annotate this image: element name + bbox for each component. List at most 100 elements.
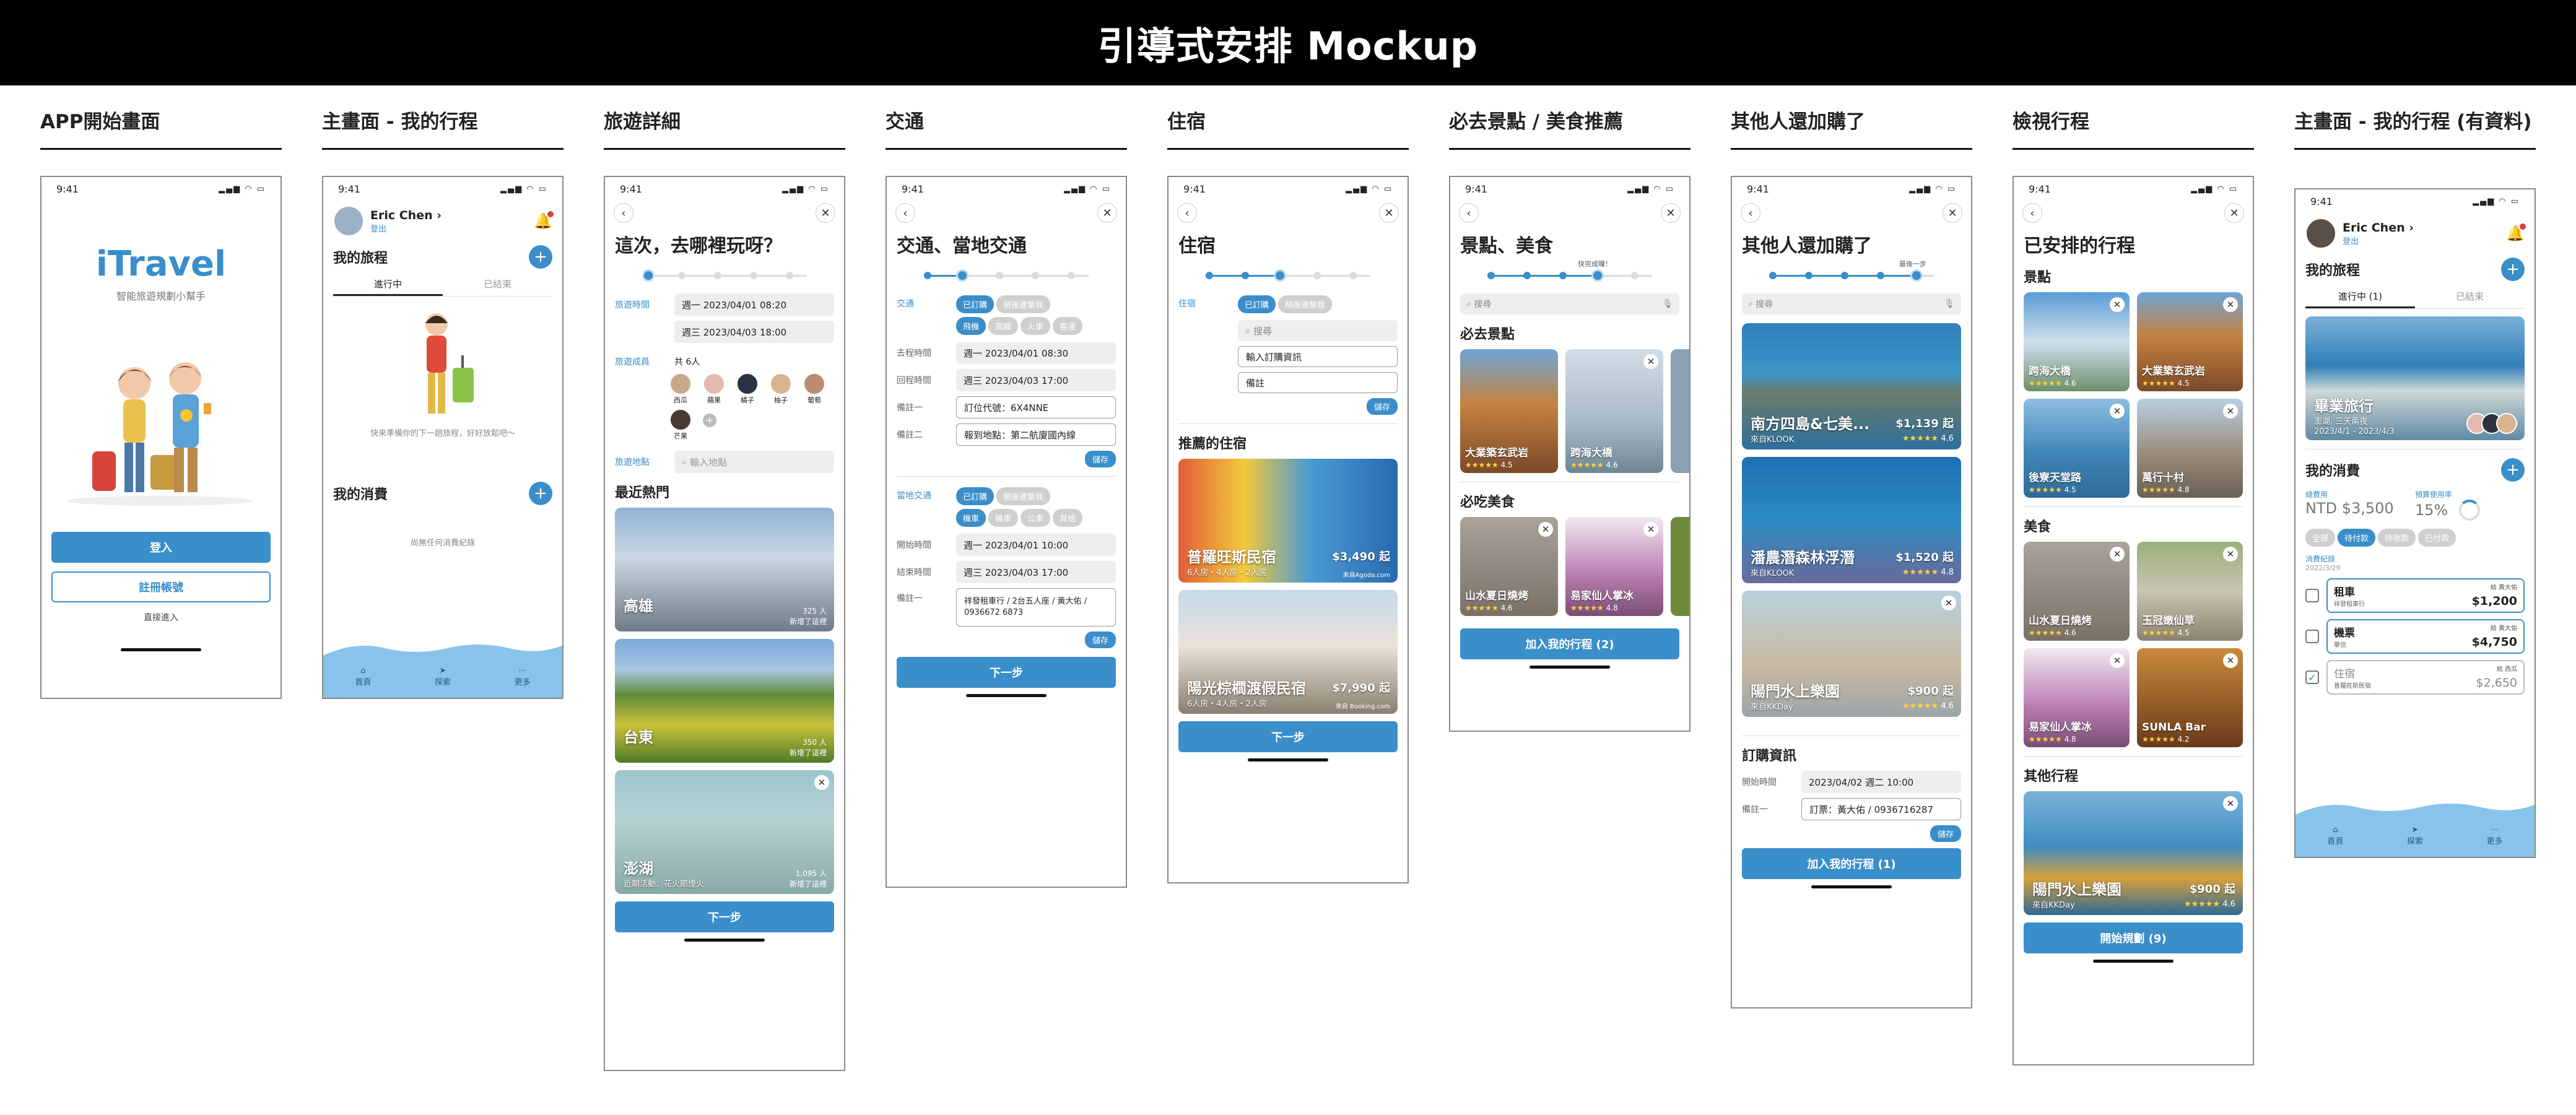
- close-icon[interactable]: ✕: [1643, 522, 1658, 537]
- end-date-field[interactable]: 週三 2023/04/03 18:00: [674, 321, 834, 343]
- chip-mode[interactable]: 客運: [1053, 317, 1083, 335]
- chip-mode[interactable]: 機車: [988, 509, 1019, 527]
- back-icon[interactable]: ‹: [1741, 203, 1760, 223]
- close-icon[interactable]: ✕: [2224, 203, 2244, 223]
- chip-mode[interactable]: 機車: [956, 509, 986, 527]
- member-avatar[interactable]: 西瓜: [669, 373, 692, 405]
- chip-later[interactable]: 稍後連繫我: [1278, 295, 1333, 313]
- chip-mode[interactable]: 飛機: [956, 317, 986, 335]
- food-tile[interactable]: ✕ 易家仙人掌冰 ★★★★★ 4.8: [2024, 648, 2130, 747]
- save-button[interactable]: 儲存: [1930, 825, 1961, 842]
- chip-mode[interactable]: 火車: [1020, 317, 1051, 335]
- spot-tile[interactable]: ✕ 大業築玄武岩 ★★★★★ 4.5: [2137, 292, 2243, 391]
- member-avatar[interactable]: 蘋果: [703, 373, 725, 405]
- note1-field[interactable]: 訂位代號：6X4NNE: [956, 396, 1116, 419]
- chip-booked[interactable]: 已訂購: [956, 487, 994, 505]
- logout-link[interactable]: 登出: [370, 222, 534, 234]
- close-icon[interactable]: ✕: [2110, 653, 2125, 668]
- user-name[interactable]: Eric Chen ›: [370, 209, 534, 222]
- tab-home[interactable]: ⌂ 首頁: [355, 666, 371, 687]
- next-button[interactable]: 下一步: [615, 901, 834, 932]
- login-button[interactable]: 登入: [51, 532, 271, 563]
- close-icon[interactable]: ✕: [1643, 354, 1658, 369]
- add-member-button[interactable]: +: [703, 414, 716, 427]
- member-avatar[interactable]: 橘子: [736, 373, 759, 405]
- spot-tile[interactable]: ✕ 跨海大橋 ★★★★★ 4.6: [2024, 292, 2130, 391]
- close-icon[interactable]: ✕: [1943, 203, 1962, 223]
- depart-field[interactable]: 週一 2023/04/01 08:30: [956, 342, 1116, 364]
- chip-mode[interactable]: 其他: [1053, 509, 1083, 527]
- expense-item[interactable]: 住宿 普羅旺斯民宿給 西瓜 $2,650: [2326, 660, 2525, 695]
- close-icon[interactable]: ✕: [2223, 297, 2238, 312]
- close-icon[interactable]: ✕: [1538, 522, 1553, 537]
- add-to-trip-button[interactable]: 加入我的行程 (1): [1742, 848, 1961, 879]
- food-tile[interactable]: ✕ 玉冠嫩仙草 ★★★★★ 4.5: [2137, 542, 2243, 641]
- start-plan-button[interactable]: 開始規劃 (9): [2024, 922, 2243, 953]
- hot-card[interactable]: ✕ 澎湖 近期活動：花火節煙火 1,095 人新增了這裡: [615, 770, 834, 894]
- return-field[interactable]: 週三 2023/04/03 17:00: [956, 369, 1116, 391]
- close-icon[interactable]: ✕: [2223, 547, 2238, 562]
- end-field[interactable]: 週三 2023/04/03 17:00: [956, 561, 1116, 583]
- tab-more[interactable]: ⋯ 更多: [515, 666, 531, 687]
- save-button[interactable]: 儲存: [1084, 631, 1116, 648]
- search-input[interactable]: ⌕ 搜尋 🎙: [1742, 293, 1961, 315]
- tab-home[interactable]: ⌂ 首頁: [2327, 825, 2343, 846]
- note2-field[interactable]: 報到地點：第二航廈國內線: [956, 423, 1116, 446]
- save-button[interactable]: 儲存: [1366, 398, 1398, 415]
- stay-search-input[interactable]: ⌕ 搜尋: [1238, 320, 1398, 341]
- expense-checkbox[interactable]: [2305, 630, 2319, 643]
- spot-tile[interactable]: 大業築玄武岩 ★★★★★ 4.5: [1460, 349, 1558, 473]
- food-tile[interactable]: ✕ 山水夏日燒烤 ★★★★★ 4.6: [1460, 517, 1558, 616]
- member-avatar[interactable]: 葡萄: [803, 373, 825, 405]
- food-tile[interactable]: [1671, 517, 1689, 616]
- filter-chip[interactable]: 已付款: [2418, 529, 2456, 547]
- chip-later[interactable]: 稍後連繫我: [996, 295, 1051, 313]
- chip-later[interactable]: 稍後連繫我: [996, 487, 1051, 505]
- chip-mode[interactable]: 高鐵: [988, 317, 1019, 335]
- extra-card[interactable]: ✕ 陽門水上樂園 來自KKDay $900 起 ★★★★★ 4.6: [1742, 591, 1961, 717]
- trip-card[interactable]: 畢業旅行 澎湖, 三天兩夜 2023/4/1 - 2023/4/3: [2305, 316, 2525, 440]
- expense-checkbox[interactable]: ✓: [2305, 670, 2319, 684]
- save-button[interactable]: 儲存: [1084, 451, 1116, 467]
- avatar[interactable]: [2305, 218, 2336, 249]
- avatar[interactable]: [333, 206, 364, 236]
- filter-chip[interactable]: 全部: [2305, 529, 2336, 547]
- spot-tile[interactable]: ✕ 跨海大橋 ★★★★★ 4.6: [1565, 349, 1663, 473]
- back-icon[interactable]: ‹: [1459, 203, 1479, 223]
- filter-chip[interactable]: 待收款: [2378, 529, 2416, 547]
- order-note-field[interactable]: 訂票：黃大佑 / 0936716287: [1801, 798, 1961, 820]
- register-button[interactable]: 註冊帳號: [51, 571, 271, 602]
- start-field[interactable]: 週一 2023/04/01 10:00: [956, 534, 1116, 556]
- order-field[interactable]: 輸入訂購資訊: [1238, 346, 1398, 367]
- stay-card[interactable]: 陽光棕櫚渡假民宿 6人房・4人房・2人房 $7,990 起 來自 Booking…: [1178, 590, 1398, 714]
- add-trip-button[interactable]: +: [2501, 258, 2525, 281]
- tab-done[interactable]: 已結束: [443, 274, 552, 296]
- close-icon[interactable]: ✕: [2110, 297, 2125, 312]
- expense-checkbox[interactable]: [2305, 589, 2319, 602]
- close-icon[interactable]: ✕: [816, 203, 835, 223]
- close-icon[interactable]: ✕: [814, 775, 829, 790]
- search-input[interactable]: ⌕ 搜尋 🎙: [1460, 293, 1679, 315]
- tab-done[interactable]: 已結束: [2415, 286, 2525, 308]
- spot-tile[interactable]: ✕ 後寮天堂路 ★★★★★ 4.5: [2024, 399, 2130, 498]
- food-tile[interactable]: ✕ SUNLA Bar ★★★★★ 4.2: [2137, 648, 2243, 747]
- close-icon[interactable]: ✕: [2223, 653, 2238, 668]
- start-date-field[interactable]: 週一 2023/04/01 08:20: [674, 293, 834, 316]
- logout-link[interactable]: 登出: [2343, 235, 2506, 246]
- back-icon[interactable]: ‹: [2022, 203, 2042, 223]
- food-tile[interactable]: ✕ 山水夏日燒烤 ★★★★★ 4.6: [2024, 542, 2130, 641]
- member-avatar[interactable]: 柚子: [770, 373, 792, 405]
- member-avatar[interactable]: 芒果: [669, 409, 692, 441]
- tab-explore[interactable]: ➤ 探索: [2407, 825, 2423, 846]
- close-icon[interactable]: ✕: [1661, 203, 1681, 223]
- add-to-trip-button[interactable]: 加入我的行程 (2): [1460, 628, 1679, 659]
- hot-card[interactable]: 高雄 325 人新增了這裡: [615, 508, 834, 631]
- spot-tile[interactable]: [1671, 349, 1689, 473]
- back-icon[interactable]: ‹: [1177, 203, 1197, 223]
- expense-item[interactable]: 機票 華信給 黃大佑 $4,750: [2326, 619, 2525, 654]
- tab-ongoing[interactable]: 進行中: [333, 274, 443, 296]
- add-expense-button[interactable]: +: [529, 482, 552, 505]
- back-icon[interactable]: ‹: [614, 203, 633, 223]
- close-icon[interactable]: ✕: [2223, 796, 2238, 811]
- other-card[interactable]: ✕ 陽門水上樂園 來自KKDay $900 起 ★★★★★ 4.6: [2024, 791, 2243, 915]
